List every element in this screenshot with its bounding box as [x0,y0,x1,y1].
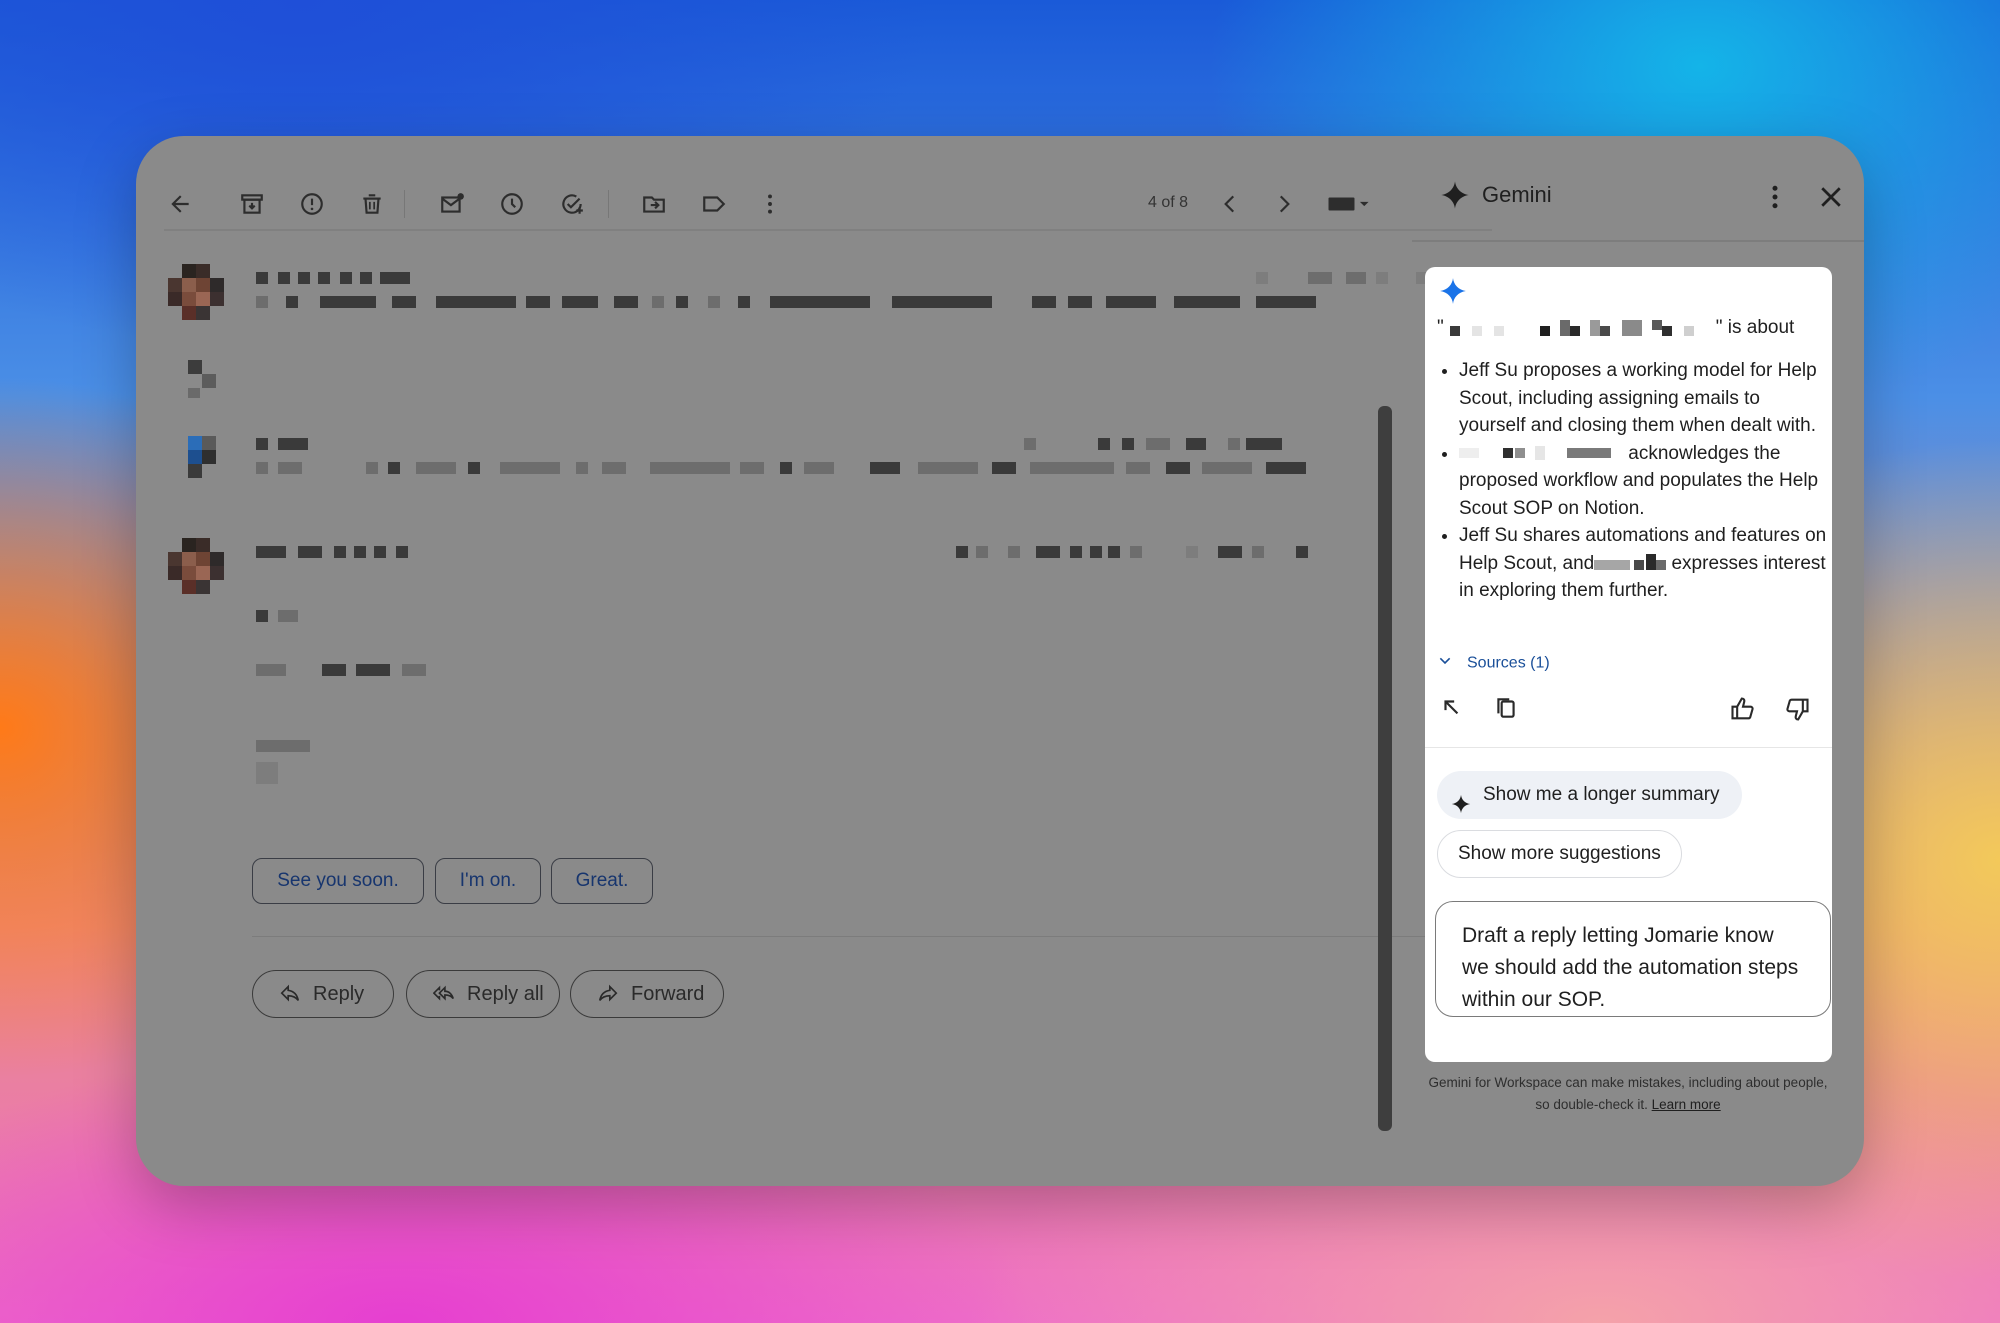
sources-label: Sources (1) [1467,654,1550,672]
gemini-summary-card: " " is about Jeff Su proposes a working … [1425,267,1832,1062]
reply-all-button[interactable]: Reply all [406,970,560,1018]
summary-bullet: acknowledges the proposed workflow and p… [1459,440,1831,523]
redacted-body-line [256,740,656,752]
redacted-snippet [256,296,1486,308]
gemini-spark-icon [1439,277,1467,305]
smart-reply-chip[interactable]: I'm on. [435,858,541,904]
copy-icon[interactable] [1493,695,1523,725]
mail-scrollbar[interactable] [1378,406,1392,1131]
back-arrow-icon[interactable] [164,188,196,220]
more-vert-icon[interactable] [754,188,786,220]
reply-all-label: Reply all [467,983,544,1005]
thumbs-down-icon[interactable] [1783,695,1813,725]
redacted-subject [1444,319,1716,336]
delete-icon[interactable] [356,188,388,220]
suggestion-label: Show me a longer summary [1483,784,1720,805]
avatar [168,264,224,320]
redacted-body-line [256,762,656,786]
reply-separator [252,936,1486,937]
gemini-disclaimer: Gemini for Workspace can make mistakes, … [1428,1072,1828,1116]
gemini-spark-icon [1440,180,1470,210]
close-icon[interactable] [1816,182,1846,212]
avatar [168,538,224,594]
archive-icon[interactable] [236,188,268,220]
snooze-icon[interactable] [496,188,528,220]
more-vert-icon[interactable] [1760,182,1790,212]
redacted-name [1594,554,1667,572]
summary-bullet: Jeff Su shares automations and features … [1459,522,1831,605]
redacted-sender [256,272,1486,284]
summary-subject-line: " " is about [1437,317,1794,339]
suggestion-longer-summary[interactable]: Show me a longer summary [1437,771,1742,819]
forward-button[interactable]: Forward [570,970,724,1018]
reply-icon [279,971,303,1017]
label-icon[interactable] [698,188,730,220]
learn-more-link[interactable]: Learn more [1652,1097,1721,1112]
smart-reply-chip[interactable]: See you soon. [252,858,424,904]
prompt-input[interactable]: Draft a reply letting Jomarie know we sh… [1435,901,1831,1017]
gemini-header: Gemini [1156,176,1856,232]
reply-all-icon [432,971,457,1017]
move-to-icon[interactable] [638,188,670,220]
avatar [188,436,216,478]
redacted-sender [256,546,1486,558]
reply-label: Reply [313,983,365,1005]
redacted-snippet [256,462,1486,474]
redacted-body-line [256,664,656,676]
redacted-body-line [256,610,656,622]
mark-unread-icon[interactable] [436,188,468,220]
reply-button[interactable]: Reply [252,970,394,1018]
avatar [188,360,216,400]
add-task-icon[interactable] [556,188,588,220]
toolbar-divider [608,190,609,218]
disclaimer-text: Gemini for Workspace can make mistakes, … [1428,1075,1828,1112]
gemini-spark-icon [1451,785,1471,814]
gemini-header-rule [1412,240,1864,242]
card-divider [1425,747,1832,748]
open-in-new-icon[interactable] [1439,695,1469,725]
gemini-title: Gemini [1482,182,1552,207]
chevron-down-icon [1437,653,1453,674]
show-more-suggestions-button[interactable]: Show more suggestions [1437,830,1682,878]
summary-bullet: Jeff Su proposes a working model for Hel… [1459,357,1831,440]
forward-icon [597,971,621,1017]
thumbs-up-icon[interactable] [1729,695,1759,725]
toolbar-divider [404,190,405,218]
redacted-name [1459,446,1623,461]
open-quote: " [1437,317,1444,338]
about-suffix: " is about [1715,317,1795,338]
redacted-sender [256,438,1486,450]
sources-toggle[interactable]: Sources (1) [1437,653,1550,674]
report-spam-icon[interactable] [296,188,328,220]
summary-bullets: Jeff Su proposes a working model for Hel… [1441,357,1831,605]
forward-label: Forward [631,983,705,1005]
smart-reply-chip[interactable]: Great. [551,858,653,904]
